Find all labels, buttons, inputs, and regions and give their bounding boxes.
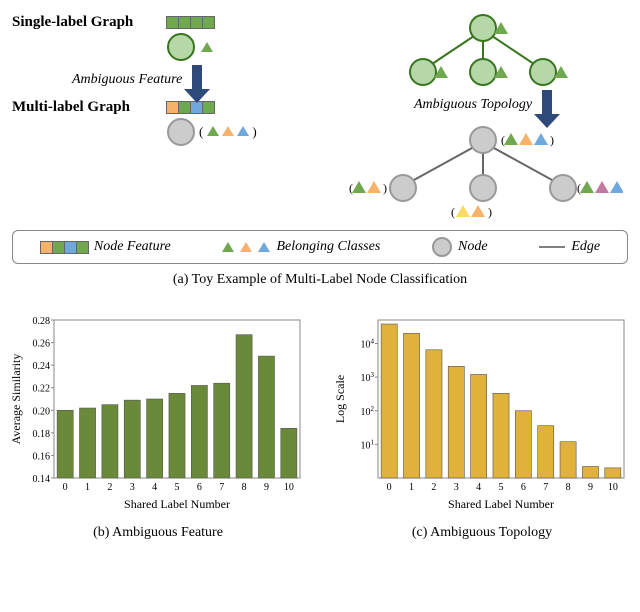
svg-text:103: 103 — [361, 371, 375, 384]
svg-text:0.18: 0.18 — [33, 429, 51, 440]
chart-c-caption: (c) Ambiguous Topology — [332, 525, 632, 541]
chart-b-caption: (b) Ambiguous Feature — [8, 525, 308, 541]
svg-text:Log Scale: Log Scale — [333, 375, 347, 423]
legend-node: Node — [432, 237, 488, 257]
charts-row: 0.14 0.16 0.18 0.20 0.22 0.24 0.26 0.28 0 1 2 3 4 5 6 7… — [8, 312, 632, 557]
single-feature-vector — [166, 16, 214, 29]
svg-text:0.28: 0.28 — [33, 316, 51, 327]
svg-text:0.20: 0.20 — [33, 406, 51, 417]
svg-text:7: 7 — [219, 482, 224, 493]
svg-text:10: 10 — [284, 482, 294, 493]
legend-belonging-classes: Belonging Classes — [222, 239, 380, 255]
svg-text:0: 0 — [387, 482, 392, 493]
svg-text:): ) — [550, 133, 554, 147]
svg-text:5: 5 — [175, 482, 180, 493]
svg-text:7: 7 — [543, 482, 548, 493]
legend-label: Belonging Classes — [276, 239, 380, 255]
ambiguous-feature-label: Ambiguous Feature — [72, 72, 182, 88]
svg-text:8: 8 — [242, 482, 247, 493]
svg-text:4: 4 — [152, 482, 157, 493]
svg-text:10: 10 — [608, 482, 618, 493]
svg-text:102: 102 — [361, 405, 375, 418]
ambiguous-topology-label: Ambiguous Topology — [414, 97, 532, 113]
svg-text:8: 8 — [566, 482, 571, 493]
svg-text:1: 1 — [409, 482, 414, 493]
svg-text:9: 9 — [264, 482, 269, 493]
legend-label: Node Feature — [94, 239, 171, 255]
panel-a: Single-label Graph Ambiguous Feature Mu — [8, 8, 632, 306]
svg-text:): ) — [383, 181, 387, 195]
legend-edge: Edge — [539, 239, 600, 255]
multi-label-tree: ( ) ( ) ( ) ( — [343, 124, 623, 224]
svg-text:101: 101 — [361, 438, 375, 451]
legend: Node Feature Belonging Classes Node Edge — [12, 230, 628, 264]
svg-text:5: 5 — [499, 482, 504, 493]
svg-text:Average Similarity: Average Similarity — [9, 354, 23, 445]
multi-node — [167, 118, 195, 146]
svg-text:4: 4 — [476, 482, 481, 493]
svg-text:): ) — [488, 205, 492, 219]
svg-text:Shared Label Number: Shared Label Number — [448, 497, 554, 511]
svg-text:0: 0 — [63, 482, 68, 493]
single-label-tree — [383, 12, 583, 92]
svg-text:0.22: 0.22 — [33, 384, 51, 395]
svg-text:0.24: 0.24 — [33, 361, 51, 372]
svg-text:1: 1 — [85, 482, 90, 493]
svg-text:6: 6 — [197, 482, 202, 493]
svg-text:9: 9 — [588, 482, 593, 493]
topology-column: Ambiguous Topology ( ) ( ) — [338, 12, 628, 224]
class-set: ( ) — [199, 124, 257, 140]
svg-text:0.16: 0.16 — [33, 451, 51, 462]
svg-text:2: 2 — [107, 482, 112, 493]
legend-node-feature: Node Feature — [40, 239, 171, 255]
chart-b-svg: 0.14 0.16 0.18 0.20 0.22 0.24 0.26 0.28 0 1 2 3 4 5 6 7… — [8, 312, 308, 512]
legend-label: Edge — [571, 239, 600, 255]
multi-label-title: Multi-label Graph — [12, 99, 162, 116]
legend-label: Node — [458, 239, 488, 255]
chart-c-svg: 101 102 103 104 0 1 2 3 4 5 6 7 8 9 10 Shared Label Num… — [332, 312, 632, 512]
svg-text:6: 6 — [521, 482, 526, 493]
arrow-down-icon — [192, 65, 202, 95]
svg-text:104: 104 — [361, 338, 375, 351]
svg-text:3: 3 — [454, 482, 459, 493]
arrow-down-icon — [542, 90, 552, 120]
chart-b: 0.14 0.16 0.18 0.20 0.22 0.24 0.26 0.28 0 1 2 3 4 5 6 7… — [8, 312, 308, 557]
single-label-title: Single-label Graph — [12, 14, 162, 31]
svg-text:3: 3 — [130, 482, 135, 493]
panel-a-caption: (a) Toy Example of Multi-Label Node Clas… — [12, 272, 628, 288]
feature-column: Single-label Graph Ambiguous Feature Mu — [12, 12, 312, 148]
svg-text:0.14: 0.14 — [33, 474, 51, 485]
single-node — [167, 33, 195, 61]
svg-text:0.26: 0.26 — [33, 339, 51, 350]
triangle-icon — [201, 42, 213, 52]
svg-text:(: ( — [451, 205, 455, 219]
svg-text:2: 2 — [431, 482, 436, 493]
svg-text:Shared Label Number: Shared Label Number — [124, 497, 230, 511]
chart-c: 101 102 103 104 0 1 2 3 4 5 6 7 8 9 10 Shared Label Num… — [332, 312, 632, 557]
